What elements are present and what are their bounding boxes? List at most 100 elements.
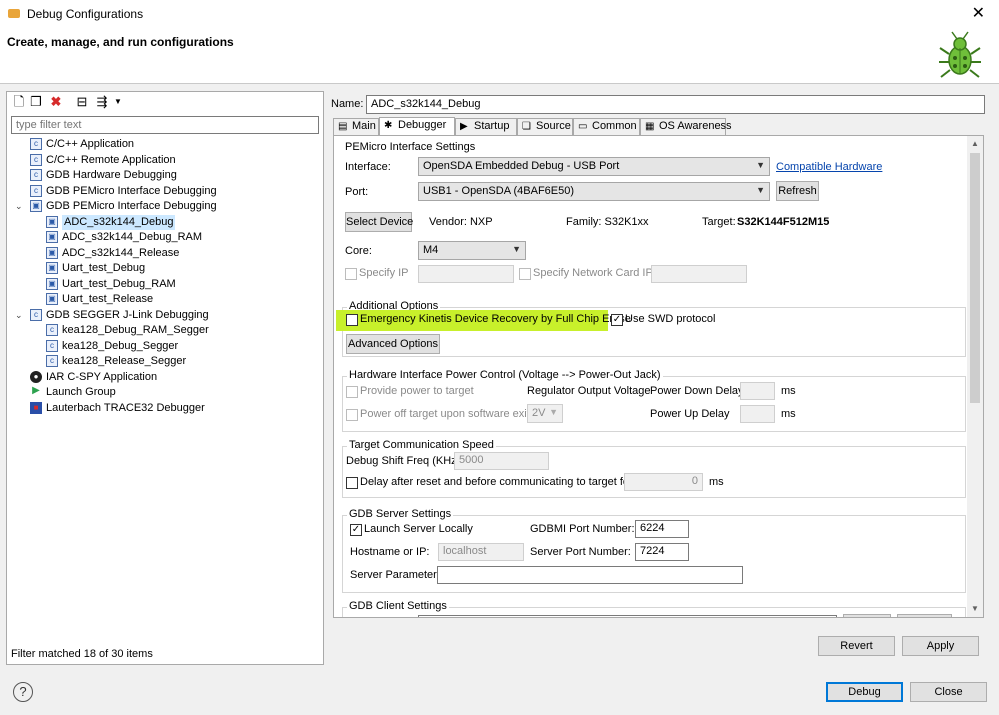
filter-menu-chevron-down-icon[interactable]: ▼ [111, 95, 125, 109]
shift-freq-field[interactable]: 5000 [454, 452, 549, 470]
close-button[interactable]: Close [910, 682, 987, 702]
pemicro-group: PEMicro Interface Settings Interface: Op… [342, 141, 966, 300]
gdb-client-field[interactable] [418, 615, 837, 617]
gdbmi-port-label: GDBMI Port Number: [530, 523, 635, 535]
launch-group-icon: ▶ [32, 385, 40, 396]
c-hw-icon: c [30, 169, 42, 181]
os-tab-icon: ▦ [645, 121, 655, 132]
port-select[interactable]: USB1 - OpenSDA (4BAF6E50) ▼ [418, 182, 770, 201]
delete-config-icon[interactable]: ✖ [49, 95, 63, 109]
config-icon: ▣ [46, 277, 58, 290]
voltage-select[interactable]: 2V ▼ [527, 404, 563, 423]
tree-item-label: IAR C-SPY Application [46, 370, 158, 383]
scroll-down-icon[interactable]: ▼ [967, 601, 983, 617]
select-device-button[interactable]: Select Device [345, 212, 413, 232]
core-select[interactable]: M4 ▼ [418, 241, 526, 260]
c-pemicro-icon: c [30, 184, 42, 197]
interface-select[interactable]: OpenSDA Embedded Debug - USB Port ▼ [418, 157, 770, 176]
server-port-label: Server Port Number: [530, 546, 631, 558]
revert-button[interactable]: Revert [818, 636, 895, 656]
name-field[interactable]: ADC_s32k144_Debug [366, 95, 985, 114]
help-icon[interactable]: ? [13, 682, 33, 702]
gdb-client-title: GDB Client Settings [347, 600, 449, 612]
power-down-label: Power Down Delay [650, 385, 744, 397]
tab-source[interactable]: ❏ Source [517, 118, 573, 135]
gdb-server-title: GDB Server Settings [347, 508, 454, 520]
new-config-icon[interactable]: 🗋 [12, 95, 26, 109]
nic-ip-field[interactable] [651, 265, 747, 283]
settings-scrollbar[interactable]: ▲ ▼ [967, 136, 983, 617]
gdb-client-variables-button[interactable] [897, 614, 952, 617]
gdb-client-group: GDB Client Settings [342, 600, 966, 617]
power-down-field[interactable] [740, 382, 775, 400]
window-close-button[interactable]: ✕ [972, 3, 985, 23]
expand-chevron-icon[interactable]: ⌄ [15, 308, 25, 323]
apply-button[interactable]: Apply [902, 636, 979, 656]
debug-button[interactable]: Debug [826, 682, 903, 702]
c-config-icon: c [46, 324, 58, 336]
target-label: Target: [702, 216, 736, 228]
ip-field[interactable] [418, 265, 514, 283]
compatible-hardware-link[interactable]: Compatible Hardware [776, 161, 882, 173]
main-tab-icon: ▤ [338, 121, 348, 132]
interface-label: Interface: [345, 161, 391, 173]
startup-tab-icon: ▶ [460, 121, 468, 132]
c-config-icon: c [46, 339, 58, 352]
filter-input[interactable] [11, 116, 319, 134]
advanced-options-button[interactable]: Advanced Options [346, 334, 440, 354]
additional-options-group: Additional Options Emergency Kinetis Dev… [336, 300, 966, 357]
tree-item-label: kea128_Debug_RAM_Segger [62, 324, 209, 336]
config-icon: ▣ [46, 246, 58, 259]
tab-common[interactable]: ▭ Common [573, 118, 640, 135]
port-value: USB1 - OpenSDA (4BAF6E50) [423, 185, 575, 197]
hostname-field[interactable]: localhost [438, 543, 524, 561]
tree-item-label: Uart_test_Debug [62, 262, 146, 274]
pemicro-group-title: PEMicro Interface Settings [345, 141, 476, 153]
tab-debugger[interactable]: ✱ Debugger [379, 117, 455, 136]
scroll-thumb[interactable] [970, 153, 980, 403]
name-row: Name: ADC_s32k144_Debug [331, 95, 986, 115]
swd-checkbox[interactable]: ✓ [611, 314, 623, 326]
scroll-up-icon[interactable]: ▲ [967, 136, 983, 152]
filter-icon[interactable]: ⇶ [95, 95, 109, 109]
server-params-label: Server Parameters: [350, 569, 446, 581]
provide-power-checkbox[interactable] [346, 386, 358, 398]
launch-local-checkbox[interactable]: ✓ [350, 524, 362, 536]
app-icon [8, 9, 20, 18]
power-off-checkbox[interactable] [346, 409, 358, 421]
power-up-label: Power Up Delay [650, 408, 730, 420]
server-port-field[interactable]: 7224 [635, 543, 689, 561]
provide-power-label: Provide power to target [360, 385, 474, 397]
title-bar: Debug Configurations ✕ [0, 0, 999, 28]
refresh-button[interactable]: Refresh [776, 181, 819, 201]
vendor-text: Vendor: NXP [429, 216, 493, 228]
tab-startup[interactable]: ▶ Startup [455, 118, 517, 135]
debug-bug-icon [939, 31, 981, 78]
pemicro-icon: ▣ [30, 200, 42, 212]
tab-label: Startup [474, 120, 510, 132]
specify-nic-checkbox[interactable] [519, 268, 531, 280]
specify-nic-label: Specify Network Card IP [533, 267, 653, 279]
chevron-down-icon: ▼ [512, 244, 521, 254]
tab-label: Common [592, 120, 637, 132]
power-down-ms: ms [781, 385, 796, 397]
duplicate-config-icon[interactable]: ❐ [29, 95, 43, 109]
collapse-all-icon[interactable]: ⊟ [75, 95, 89, 109]
tree-item-label: Uart_test_Debug_RAM [62, 277, 176, 290]
delay-checkbox[interactable] [346, 477, 358, 489]
server-params-field[interactable] [437, 566, 743, 584]
tree-item-label: GDB PEMicro Interface Debugging [46, 184, 217, 197]
gdb-client-browse-button[interactable] [843, 614, 891, 617]
config-icon: ▣ [46, 262, 58, 274]
delay-field[interactable]: 0 [624, 473, 703, 491]
power-control-title: Hardware Interface Power Control (Voltag… [347, 369, 663, 381]
specify-ip-checkbox[interactable] [345, 268, 357, 280]
speed-title: Target Communication Speed [347, 439, 496, 451]
swd-label: Use SWD protocol [625, 313, 716, 325]
expand-chevron-icon[interactable]: ⌄ [15, 199, 25, 214]
gdbmi-port-field[interactable]: 6224 [635, 520, 689, 538]
emergency-recovery-checkbox[interactable] [346, 314, 358, 326]
tab-os-awareness[interactable]: ▦ OS Awareness [640, 118, 732, 135]
power-up-field[interactable] [740, 405, 775, 423]
tab-main[interactable]: ▤ Main [333, 118, 379, 135]
